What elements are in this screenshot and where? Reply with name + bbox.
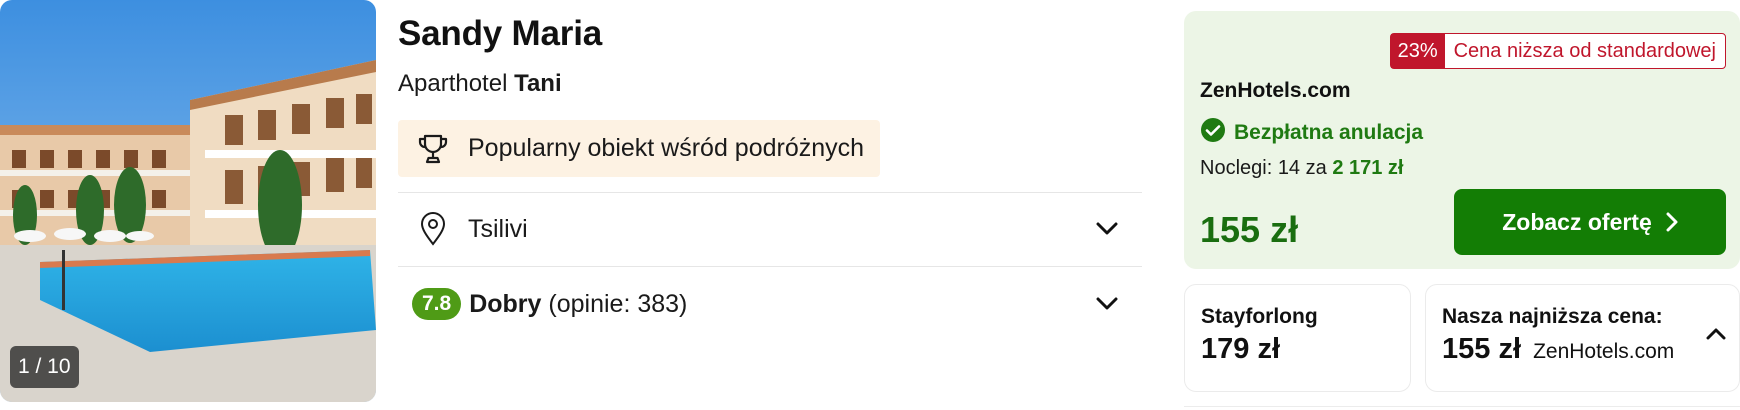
- discount-message: Cena niższa od standardowej: [1453, 40, 1716, 62]
- hotel-photo-image: [0, 0, 376, 402]
- compare-provider: Stayforlong: [1201, 305, 1318, 328]
- rating-row[interactable]: 7.8 Dobry (opinie: 383): [398, 268, 1142, 340]
- nights-info: Noclegi: 14 za 2 171 zł: [1200, 157, 1403, 180]
- see-offer-button[interactable]: Zobacz ofertę: [1454, 189, 1726, 255]
- nights-total: 2 171 zł: [1332, 157, 1404, 179]
- check-circle-icon: [1200, 117, 1226, 148]
- lowest-price-source: ZenHotels.com: [1533, 340, 1675, 363]
- discount-percent: 23%: [1390, 34, 1445, 68]
- hotel-type-label: Aparthotel: [398, 70, 508, 97]
- discount-badge: 23% Cena niższa od standardowej: [1389, 33, 1726, 69]
- chevron-down-icon[interactable]: [1082, 284, 1132, 324]
- hotel-type: Aparthotel Tani: [398, 70, 562, 98]
- popular-label: Popularny obiekt wśród podróżnych: [468, 134, 865, 162]
- offer-price: 155 zł: [1200, 209, 1299, 250]
- rating-score-badge: 7.8: [412, 288, 462, 320]
- chevron-down-icon[interactable]: [1082, 209, 1132, 249]
- popular-banner: Popularny obiekt wśród podróżnych: [398, 120, 880, 177]
- lowest-price-value: 155 zł ZenHotels.com: [1442, 333, 1674, 366]
- best-offer-card: 23% Cena niższa od standardowej ZenHotel…: [1184, 11, 1740, 269]
- location-row[interactable]: Tsilivi: [398, 193, 1142, 265]
- rating-count: (opinie: 383): [548, 289, 688, 318]
- offer-provider: ZenHotels.com: [1200, 79, 1351, 102]
- hotel-name[interactable]: Sandy Maria: [398, 14, 602, 54]
- free-cancellation-label: Bezpłatna anulacja: [1234, 120, 1424, 144]
- trophy-icon: [398, 132, 468, 166]
- divider: [1184, 406, 1740, 407]
- lowest-price-title: Nasza najniższa cena:: [1442, 305, 1663, 328]
- nights-prefix: Noclegi: 14 za: [1200, 157, 1327, 179]
- chevron-up-icon[interactable]: [1701, 319, 1731, 349]
- chevron-right-icon: [1666, 212, 1678, 232]
- compare-card-stayforlong[interactable]: Stayforlong 179 zł: [1184, 284, 1411, 392]
- lowest-price-amount: 155 zł: [1442, 333, 1521, 365]
- hotel-category: Tani: [514, 70, 562, 97]
- rating-word: Dobry: [469, 289, 542, 318]
- see-offer-label: Zobacz ofertę: [1502, 208, 1652, 235]
- divider: [398, 266, 1142, 267]
- photo-counter: 1 / 10: [10, 346, 79, 388]
- hotel-photo[interactable]: 1 / 10: [0, 0, 376, 402]
- location-label: Tsilivi: [468, 214, 528, 243]
- location-pin-icon: [398, 212, 468, 246]
- compare-price: 179 zł: [1201, 333, 1280, 365]
- rating-text: Dobry (opinie: 383): [469, 290, 1082, 319]
- free-cancellation: Bezpłatna anulacja: [1200, 117, 1423, 148]
- lowest-price-card[interactable]: Nasza najniższa cena: 155 zł ZenHotels.c…: [1425, 284, 1740, 392]
